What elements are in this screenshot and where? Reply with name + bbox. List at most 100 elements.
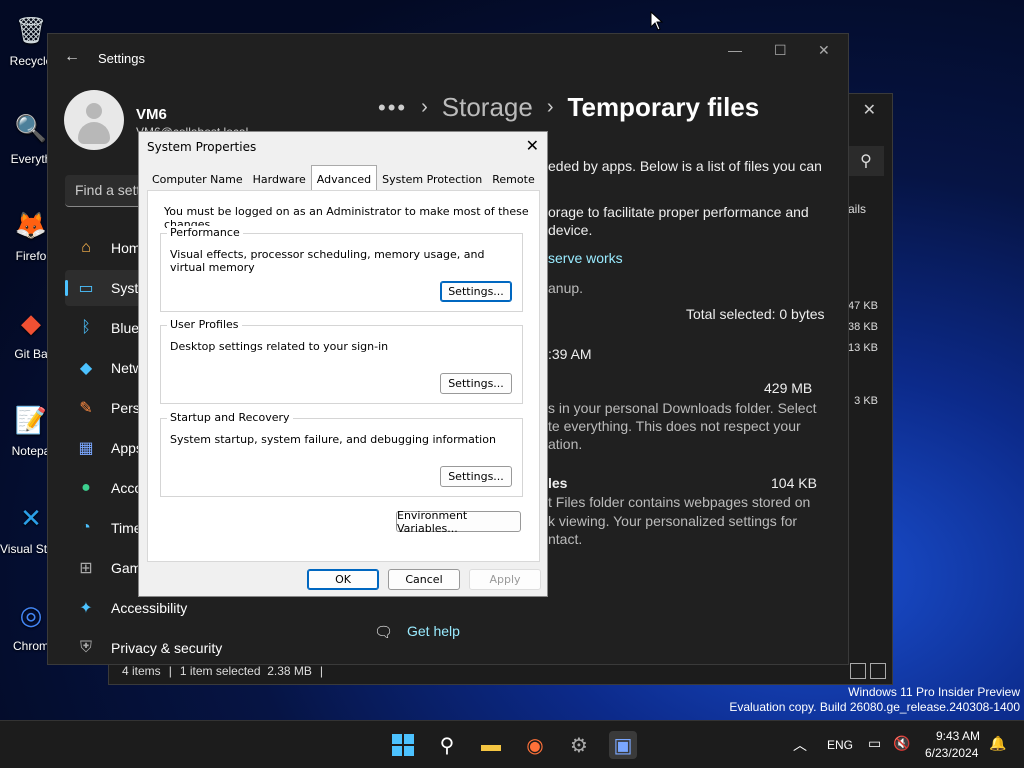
help-icon: 🗨 [374, 624, 394, 641]
back-arrow-icon[interactable]: ← [64, 48, 80, 66]
tiles-view-icon[interactable] [870, 663, 886, 679]
downloads-description: s in your personal Downloads folder. Sel… [548, 400, 817, 416]
explorer-close-icon[interactable]: ✕ [863, 100, 876, 120]
apps-icon: ▦ [78, 440, 94, 457]
app-icon: 📝 [14, 404, 48, 435]
dialog-close-icon[interactable]: ✕ [526, 136, 539, 155]
status-divider: | [168, 664, 172, 678]
firefox-icon[interactable]: ◉ [521, 731, 549, 759]
cancel-button[interactable]: Cancel [388, 569, 460, 590]
dialog-title: System Properties [147, 140, 257, 154]
user-profiles-group: User Profiles Desktop settings related t… [160, 318, 523, 404]
watermark-line: Evaluation copy. Build 26080.ge_release.… [729, 700, 1020, 714]
profile-name: VM6 [136, 106, 167, 123]
watermark-line: Windows 11 Pro Insider Preview [848, 685, 1020, 699]
start-icon[interactable] [389, 731, 417, 759]
volume-muted-icon[interactable]: 🔇 [893, 735, 910, 752]
intro-text: device. [548, 222, 593, 238]
startup-recovery-group: Startup and Recovery System startup, sys… [160, 411, 523, 497]
temp-internet-files-title: les [548, 475, 568, 491]
page-title: Temporary files [567, 92, 760, 122]
tab-hardware[interactable]: Hardware [248, 168, 311, 190]
nav-item-privacy-security[interactable]: ⛨ Privacy & security [65, 630, 265, 666]
app-icon: ◎ [19, 599, 43, 630]
nav-item-label: Privacy & security [111, 640, 223, 656]
downloads-description: ation. [548, 436, 583, 452]
downloads-size: 429 MB [764, 380, 813, 396]
file-size: 13 KB [848, 342, 878, 354]
tab-remote[interactable]: Remote [487, 168, 539, 190]
clock-date[interactable]: 6/23/2024 [925, 746, 978, 760]
group-legend: User Profiles [167, 318, 242, 331]
breadcrumb-more-button[interactable]: ••• [378, 95, 407, 121]
status-selection: 1 item selected 2.38 MB [179, 664, 312, 678]
system-properties-taskbar-icon[interactable]: ▣ [609, 731, 637, 759]
performance-settings-button[interactable]: Settings... [440, 281, 512, 302]
close-icon[interactable]: ✕ [818, 42, 830, 59]
tab-system-protection[interactable]: System Protection [377, 168, 487, 190]
monitor-icon: ▭ [78, 280, 94, 297]
advanced-tab-page: You must be logged on as an Administrato… [147, 190, 540, 562]
chevron-right-icon: › [421, 96, 428, 118]
explorer-details-label[interactable]: ails [848, 202, 866, 216]
nav-item-label: Gam [111, 560, 142, 576]
chevron-up-icon[interactable]: ︿ [793, 735, 807, 755]
status-item-count: 4 items [122, 664, 161, 678]
app-icon: 🗑 [14, 14, 48, 45]
environment-variables-button[interactable]: Environment Variables... [396, 509, 521, 535]
app-icon: ◆ [21, 307, 41, 338]
chevron-right-icon: › [546, 96, 554, 118]
evaluation-watermark: Windows 11 Pro Insider Preview Evaluatio… [729, 685, 1020, 715]
intro-text: orage to facilitate proper performance a… [548, 204, 809, 220]
clock-time[interactable]: 9:43 AM [936, 729, 980, 743]
performance-group: Performance Visual effects, processor sc… [160, 226, 523, 312]
file-explorer-icon[interactable]: ▬ [477, 731, 505, 759]
language-indicator[interactable]: ENG [827, 738, 853, 752]
network-icon[interactable]: ▭ [868, 735, 881, 752]
settings-window-title: Settings [98, 51, 145, 66]
group-description: System startup, system failure, and debu… [170, 433, 496, 446]
minimize-icon[interactable]: — [728, 42, 742, 58]
explorer-search-icon[interactable]: ⚲ [848, 146, 884, 176]
gamepad-icon: ⊞ [79, 560, 93, 577]
app-icon: ✕ [20, 502, 42, 533]
status-divider: | [319, 664, 324, 678]
total-selected: Total selected: 0 bytes [686, 306, 825, 322]
app-icon: 🔍 [14, 112, 48, 143]
startup-recovery-settings-button[interactable]: Settings... [440, 466, 512, 487]
ok-button[interactable]: OK [307, 569, 379, 590]
temp-internet-files-size: 104 KB [771, 475, 817, 491]
home-icon: ⌂ [81, 239, 91, 256]
breadcrumb-storage[interactable]: Storage [442, 92, 533, 123]
view-toggle[interactable] [850, 663, 886, 679]
search-icon[interactable]: ⚲ [433, 731, 461, 759]
intro-text: eded by apps. Below is a list of files y… [548, 158, 822, 174]
temp-internet-files-description: k viewing. Your personalized settings fo… [548, 513, 798, 529]
settings-gear-icon[interactable]: ⚙ [565, 731, 593, 759]
group-description: Desktop settings related to your sign-in [170, 340, 389, 353]
account-icon: ● [81, 479, 91, 496]
nav-item-label: Accessibility [111, 600, 188, 616]
group-legend: Performance [167, 226, 243, 239]
apply-button[interactable]: Apply [469, 569, 541, 590]
file-size: 38 KB [848, 321, 878, 333]
scan-time: :39 AM [548, 346, 592, 362]
user-profiles-settings-button[interactable]: Settings... [440, 373, 512, 394]
system-properties-dialog[interactable]: System Properties ✕ Computer Name Hardwa… [138, 131, 548, 597]
temp-internet-files-description: t Files folder contains webpages stored … [548, 494, 811, 510]
dialog-tabs: Computer Name Hardware Advanced System P… [147, 165, 540, 190]
notification-bell-icon[interactable]: 🔔 [989, 735, 1006, 752]
brush-icon: ✎ [79, 400, 93, 417]
temp-internet-files-description: ntact. [548, 531, 583, 547]
get-help-link[interactable]: Get help [407, 623, 460, 639]
storage-reserve-link[interactable]: serve works [548, 250, 623, 266]
details-view-icon[interactable] [850, 663, 866, 679]
cleanup-text: anup. [548, 280, 584, 296]
tab-computer-name[interactable]: Computer Name [147, 168, 248, 190]
maximize-icon[interactable]: ☐ [774, 42, 787, 59]
file-size: 3 KB [854, 395, 878, 407]
tab-advanced[interactable]: Advanced [310, 165, 378, 190]
wifi-icon: ◆ [79, 360, 93, 377]
settings-titlebar: ← Settings — ☐ ✕ [48, 34, 848, 82]
avatar [64, 90, 124, 150]
